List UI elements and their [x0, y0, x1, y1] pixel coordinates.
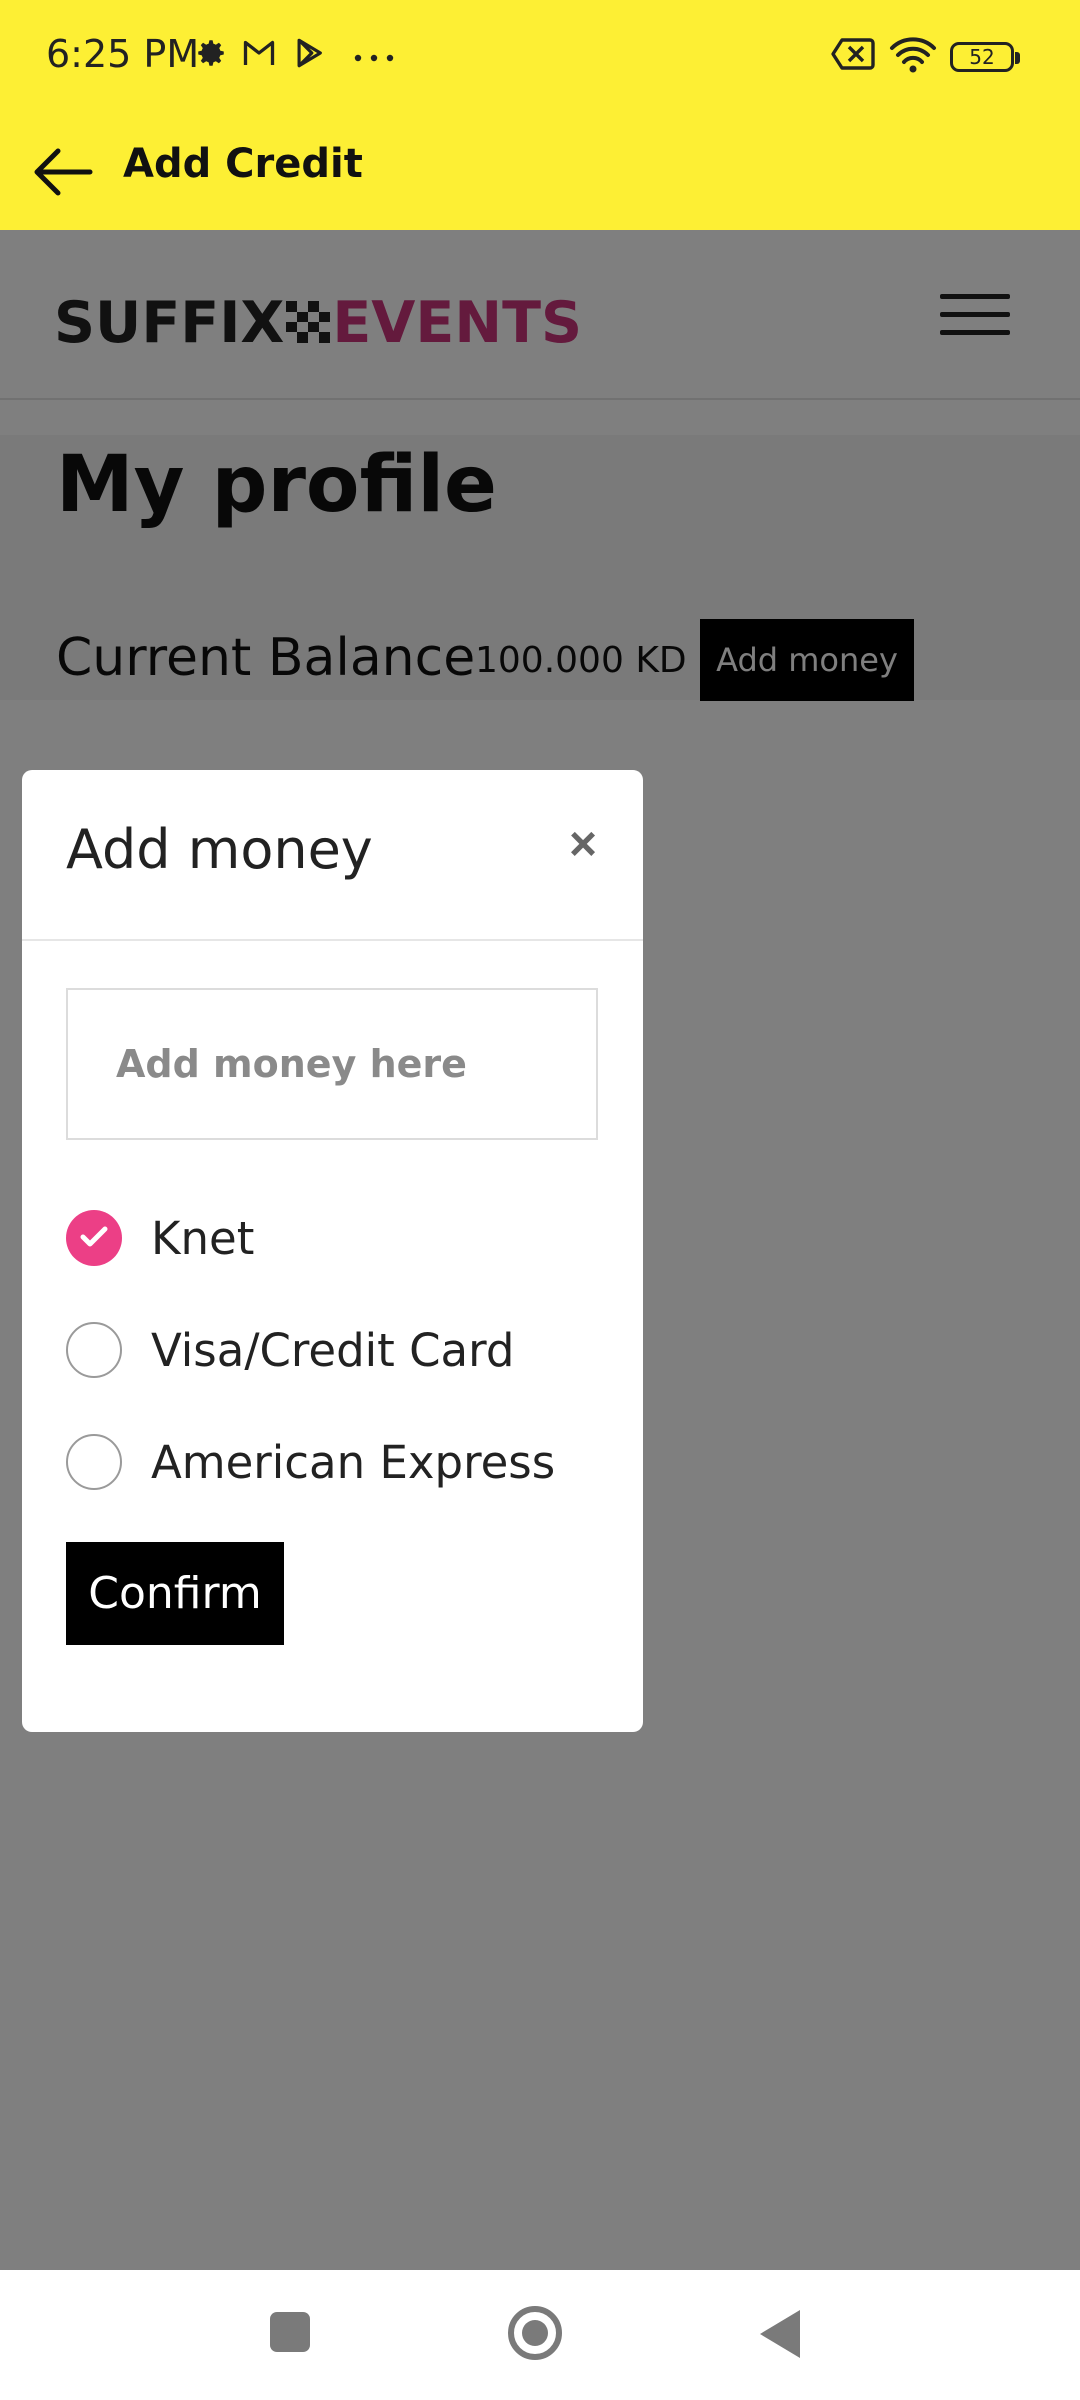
modal-divider [22, 939, 643, 941]
close-icon[interactable]: × [558, 820, 608, 870]
app-bar-title: Add Credit [123, 141, 363, 187]
gear-icon [194, 36, 228, 75]
play-store-icon [292, 36, 326, 75]
battery-icon: 52 [950, 42, 1020, 72]
payment-option-amex[interactable]: American Express [66, 1426, 606, 1496]
radio-unchecked-icon[interactable] [66, 1322, 122, 1378]
status-time: 6:25 PM [46, 32, 200, 76]
radio-unchecked-icon[interactable] [66, 1434, 122, 1490]
status-bar: 6:25 PM 52 [0, 0, 1080, 115]
payment-option-knet[interactable]: Knet [66, 1202, 606, 1272]
payment-option-label: American Express [151, 1436, 556, 1489]
payment-option-label: Visa/Credit Card [151, 1324, 515, 1377]
gmail-icon [241, 36, 277, 75]
top-bar: 6:25 PM 52 Add Credit [0, 0, 1080, 230]
system-nav-bar [0, 2270, 1080, 2400]
app-bar: Add Credit [0, 115, 1080, 230]
amount-input[interactable] [66, 988, 598, 1140]
wifi-icon [888, 36, 938, 79]
more-dots-icon [352, 36, 396, 75]
radio-checked-icon[interactable] [66, 1210, 122, 1266]
arrow-left-icon[interactable] [28, 137, 98, 212]
modal-title: Add money [66, 818, 373, 881]
recents-square-icon[interactable] [270, 2312, 310, 2352]
no-sim-icon [830, 36, 876, 77]
payment-option-visa[interactable]: Visa/Credit Card [66, 1314, 606, 1384]
add-money-modal: Add money × Knet Visa/Credit Card Americ… [22, 770, 643, 1732]
confirm-button[interactable]: Confirm [66, 1542, 284, 1645]
home-circle-icon[interactable] [508, 2306, 562, 2360]
back-triangle-icon[interactable] [760, 2310, 800, 2358]
payment-option-label: Knet [151, 1212, 255, 1265]
